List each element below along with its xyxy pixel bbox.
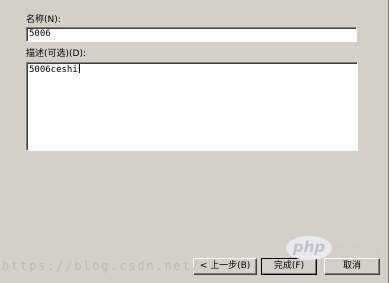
back-button[interactable]: < 上一步(B) [193, 258, 257, 275]
text-caret [78, 64, 80, 73]
finish-button[interactable]: 完成(F) [261, 258, 317, 275]
php-cn-watermark: 中文网 [336, 243, 378, 259]
name-label: 名称(N): [26, 15, 61, 25]
cancel-button[interactable]: 取消 [324, 258, 380, 275]
php-logo: php [286, 236, 332, 260]
url-watermark: https://blog.csdn.net/ [2, 259, 201, 273]
name-input[interactable]: 5006 [26, 27, 357, 42]
description-label: 描述(可选)(D): [26, 49, 87, 59]
description-textarea-value: 5006ceshi [29, 65, 78, 75]
name-input-value: 5006 [29, 29, 51, 39]
description-textarea[interactable]: 5006ceshi [26, 62, 358, 151]
wizard-dialog: 名称(N): 5006 描述(可选)(D): 5006ceshi < 上一步(B… [0, 0, 390, 283]
